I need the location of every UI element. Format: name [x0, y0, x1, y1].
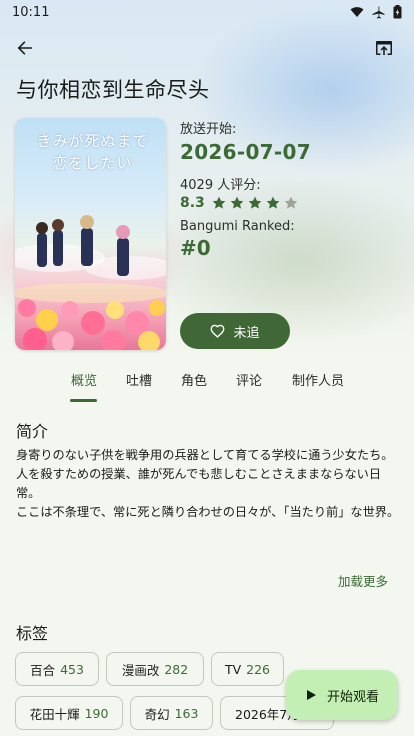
- open-in-browser-icon: [376, 41, 392, 55]
- tag-count: 453: [60, 661, 84, 677]
- synopsis-title: 简介: [16, 422, 49, 441]
- tab-reviews[interactable]: 评论: [227, 366, 271, 402]
- synopsis-line: 身寄りのない子供を戦争用の兵器として育てる学校に通う少女たち。: [16, 448, 394, 462]
- tag-count: 163: [174, 705, 199, 721]
- cover-title-logo: きみが死ぬまで 恋をしたい: [36, 132, 149, 172]
- play-icon: [306, 690, 316, 700]
- tag-count: 226: [246, 661, 271, 677]
- tag-chip[interactable]: 漫画改 282: [106, 652, 204, 686]
- air-start-label: 放送开始:: [180, 122, 237, 137]
- tag-chip[interactable]: TV 226: [211, 652, 284, 686]
- open-in-browser-button[interactable]: [366, 30, 402, 66]
- star-rating: [211, 195, 299, 211]
- tab-bar: 概览 吐槽 角色 评论 制作人员: [0, 366, 414, 402]
- battery-icon: [393, 5, 402, 19]
- synopsis-text: 身寄りのない子供を戦争用の兵器として育てる学校に通う少女たち。 人を殺すための授…: [16, 446, 400, 522]
- start-watching-label: 开始观看: [326, 689, 379, 705]
- tag-name: 百合: [30, 662, 56, 678]
- star-filled-icon: [212, 196, 226, 209]
- arrow-back-icon: [17, 41, 32, 55]
- cover-title-text: きみが死ぬまで 恋をしたい: [25, 130, 160, 174]
- tab-characters[interactable]: 角色: [172, 366, 216, 402]
- rating-row: 8.3: [180, 195, 400, 211]
- tab-characters-label: 角色: [180, 374, 207, 389]
- tab-staff-label: 制作人员: [291, 374, 344, 389]
- synopsis-line: 人を殺すための授業、誰が死んでも悲しむことさえままならない日常。: [16, 467, 382, 500]
- load-more-link[interactable]: 加载更多: [338, 571, 388, 590]
- status-time: 10:11: [12, 4, 50, 20]
- star-filled-icon: [230, 196, 244, 209]
- tab-comments-label: 吐槽: [125, 374, 152, 389]
- start-watching-fab[interactable]: 开始观看: [286, 670, 398, 720]
- tag-chip[interactable]: 花田十輝 190: [15, 696, 123, 730]
- tag-chip[interactable]: 百合 453: [15, 652, 99, 686]
- tab-reviews-label: 评论: [235, 374, 262, 389]
- tab-comments[interactable]: 吐槽: [117, 366, 161, 402]
- follow-button-label: 未追: [233, 325, 260, 341]
- tag-count: 190: [84, 705, 109, 721]
- tag-name: 奇幻: [144, 706, 170, 722]
- tab-staff[interactable]: 制作人员: [287, 366, 349, 402]
- tab-active-indicator: [70, 399, 97, 402]
- synopsis-line: ここは不条理で、常に死と隣り合わせの日々が、「当たり前」な世界。: [16, 505, 400, 519]
- rating-count-label: 4029 人评分:: [180, 178, 261, 193]
- rank-value: #0: [180, 236, 211, 260]
- tag-count: 282: [164, 661, 189, 677]
- star-filled-icon: [266, 196, 280, 209]
- cover-image[interactable]: きみが死ぬまで 恋をしたい: [15, 118, 166, 350]
- tag-name: 漫画改: [121, 662, 160, 678]
- status-icons: [350, 5, 402, 19]
- follow-button[interactable]: 未追: [180, 313, 290, 349]
- tags-title: 标签: [16, 624, 49, 643]
- info-panel: 放送开始: 2026-07-07 4029 人评分: 8.3 Bangumi R…: [180, 118, 400, 260]
- star-empty-icon: [284, 196, 298, 209]
- tab-overview-label: 概览: [70, 374, 97, 389]
- air-start-date: 2026-07-07: [180, 140, 311, 164]
- top-app-bar: [0, 30, 414, 66]
- back-button[interactable]: [7, 30, 43, 66]
- heart-outline-icon: [211, 324, 225, 338]
- tag-chip[interactable]: 奇幻 163: [130, 696, 213, 730]
- status-bar: 10:11: [0, 0, 414, 24]
- rating-score: 8.3: [180, 195, 205, 211]
- tag-name: 花田十輝: [29, 706, 80, 722]
- rank-label: Bangumi Ranked:: [180, 219, 295, 234]
- airplane-icon: [372, 6, 385, 18]
- tag-name: TV: [224, 661, 242, 677]
- star-filled-icon: [248, 196, 262, 209]
- wifi-icon: [350, 7, 364, 17]
- tab-overview[interactable]: 概览: [62, 366, 106, 402]
- page-title: 与你相恋到生命尽头: [16, 78, 210, 102]
